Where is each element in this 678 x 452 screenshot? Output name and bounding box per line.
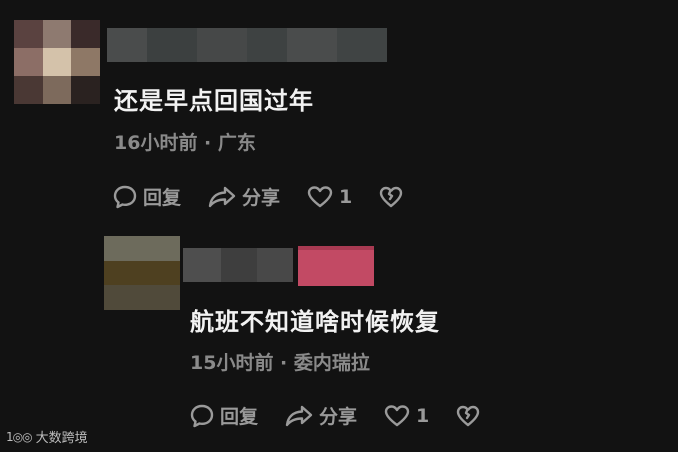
share-label: 分享 (319, 406, 358, 428)
watermark-logo: 1◎◎ (6, 429, 33, 444)
heart-icon (307, 185, 333, 207)
reply-button[interactable]: 回复 (112, 183, 181, 210)
comment-bubble-icon (190, 404, 214, 427)
reply-label: 回复 (143, 187, 182, 209)
comment-actions: 回复 分享 1 (112, 183, 435, 210)
like-button[interactable]: 1 (306, 184, 352, 210)
share-button[interactable]: 分享 (284, 402, 357, 429)
dislike-button[interactable] (378, 184, 409, 210)
watermark-text: 大数跨境 (35, 431, 88, 446)
share-arrow-icon (208, 186, 236, 207)
broken-heart-icon (457, 405, 480, 426)
avatar[interactable] (104, 236, 180, 310)
comment-meta: 15小时前 · 委内瑞拉 (190, 352, 370, 374)
comment-actions: 回复 分享 1 (189, 402, 512, 429)
comment-meta: 16小时前 · 广东 (114, 132, 256, 154)
like-count: 1 (416, 404, 430, 427)
comment-text: 还是早点回国过年 (114, 87, 314, 115)
comment-bubble-icon (113, 185, 137, 208)
broken-heart-icon (380, 186, 403, 207)
author-badge (298, 246, 374, 286)
username-blurred[interactable] (107, 28, 387, 62)
like-count: 1 (339, 185, 353, 208)
dislike-button[interactable] (455, 403, 486, 429)
reply-label: 回复 (220, 406, 259, 428)
share-label: 分享 (242, 187, 281, 209)
watermark: 1◎◎ 大数跨境 (6, 427, 88, 447)
comment-text: 航班不知道啥时候恢复 (190, 308, 440, 336)
share-button[interactable]: 分享 (207, 183, 280, 210)
heart-icon (384, 404, 410, 426)
share-arrow-icon (285, 405, 313, 426)
reply-button[interactable]: 回复 (189, 402, 258, 429)
username-blurred[interactable] (183, 248, 293, 282)
avatar[interactable] (14, 20, 100, 104)
like-button[interactable]: 1 (383, 403, 429, 429)
